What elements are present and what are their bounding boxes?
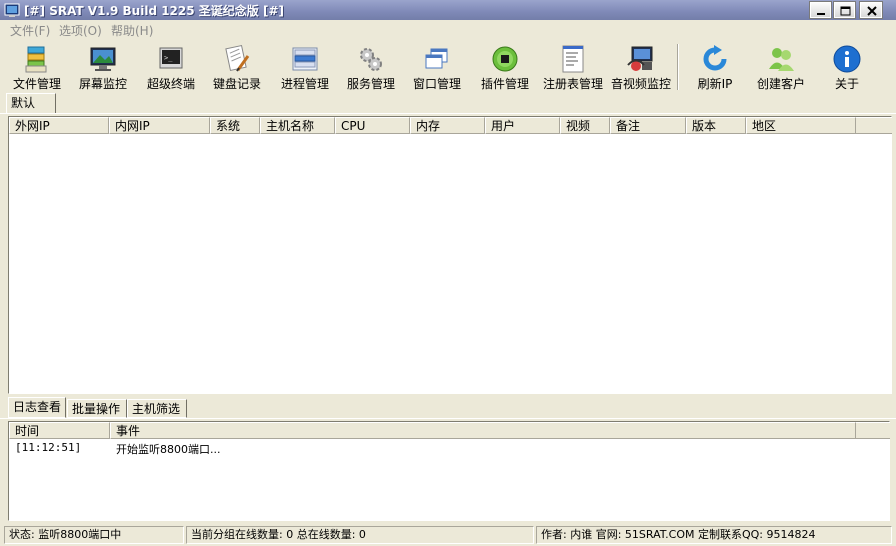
pane-splitter[interactable]: [0, 395, 896, 398]
toolbar-label: 注册表管理: [542, 77, 603, 91]
column-header-os[interactable]: 系统: [210, 117, 260, 134]
tab-log-view[interactable]: 日志查看: [8, 397, 66, 418]
tab-batch-operation[interactable]: 批量操作: [67, 399, 127, 418]
svg-text:>_: >_: [164, 54, 173, 62]
create-client-button[interactable]: 创建客户: [752, 40, 810, 94]
log-list[interactable]: 时间 事件 [11:12:51] 开始监听8800端口...: [8, 421, 890, 521]
toolbar-separator: [677, 44, 679, 90]
toolbar-label: 进程管理: [280, 77, 329, 91]
toolbar-label: 音视频监控: [610, 77, 671, 91]
status-bar: 状态: 监听8800端口中 当前分组在线数量: 0 总在线数量: 0 作者: 内…: [0, 524, 896, 546]
toolbar-label: 文件管理: [12, 77, 61, 91]
toolbar-label: 关于: [834, 77, 859, 91]
plugin-manager-button[interactable]: 插件管理: [476, 40, 534, 94]
app-icon: [4, 3, 20, 17]
log-row-time: [11:12:51]: [15, 441, 82, 454]
menu-file[interactable]: 文件(F): [10, 22, 50, 39]
service-manager-icon: [360, 48, 382, 71]
column-header-filler: [856, 117, 892, 134]
toolbar: 文件管理 屏幕监控 >_ 超级终端 键盘记录 进程管理 服务管理 窗口管理 插件…: [0, 40, 896, 94]
keylogger-button[interactable]: 键盘记录: [208, 40, 266, 94]
refresh-icon: [703, 45, 727, 71]
keylogger-icon: [225, 44, 250, 72]
terminal-icon: >_: [159, 47, 183, 69]
toolbar-label: 创建客户: [756, 77, 805, 91]
column-header-cpu[interactable]: CPU: [335, 117, 410, 134]
column-header-event[interactable]: 事件: [110, 422, 856, 439]
toolbar-label: 屏幕监控: [78, 77, 127, 91]
plugin-manager-icon: [492, 46, 518, 72]
info-icon: [833, 45, 861, 73]
bottom-tab-strip-line: [0, 418, 896, 419]
screen-monitor-icon: [90, 47, 116, 71]
column-header-user[interactable]: 用户: [485, 117, 560, 134]
process-manager-icon: [292, 47, 318, 71]
terminal-button[interactable]: >_ 超级终端: [142, 40, 200, 94]
status-online-counts: 当前分组在线数量: 0 总在线数量: 0: [186, 526, 534, 544]
window-manager-button[interactable]: 窗口管理: [408, 40, 466, 94]
screen-monitor-button[interactable]: 屏幕监控: [74, 40, 132, 94]
column-header-region[interactable]: 地区: [746, 117, 856, 134]
toolbar-label: 服务管理: [346, 77, 395, 91]
menu-help[interactable]: 帮助(H): [111, 22, 153, 39]
toolbar-label: 窗口管理: [412, 77, 461, 91]
column-header-version[interactable]: 版本: [686, 117, 746, 134]
toolbar-label: 超级终端: [146, 77, 195, 91]
create-client-icon: [769, 48, 794, 71]
host-list[interactable]: 外网IP 内网IP 系统 主机名称 CPU 内存 用户 视频 备注 版本 地区: [8, 116, 892, 394]
registry-manager-button[interactable]: 注册表管理: [540, 40, 606, 94]
tab-default[interactable]: 默认: [6, 93, 56, 113]
about-button[interactable]: 关于: [818, 40, 876, 94]
column-header-video[interactable]: 视频: [560, 117, 610, 134]
av-monitor-icon: [627, 46, 653, 71]
column-header-note[interactable]: 备注: [610, 117, 686, 134]
tab-host-filter[interactable]: 主机筛选: [127, 399, 187, 418]
minimize-button[interactable]: [809, 1, 832, 19]
status-state: 状态: 监听8800端口中: [4, 526, 184, 544]
menu-options[interactable]: 选项(O): [59, 22, 102, 39]
refresh-ip-button[interactable]: 刷新IP: [686, 40, 744, 94]
av-monitor-button[interactable]: 音视频监控: [608, 40, 674, 94]
status-author-info: 作者: 内谁 官网: 51SRAT.COM 定制联系QQ: 9514824: [536, 526, 892, 544]
menu-bar: 文件(F) 选项(O) 帮助(H): [0, 20, 896, 40]
toolbar-label: 刷新IP: [697, 77, 733, 91]
window-title: [#] SRAT V1.9 Build 1225 圣诞纪念版 [#]: [24, 4, 284, 18]
maximize-button[interactable]: [833, 1, 856, 19]
column-header-filler: [856, 422, 890, 439]
toolbar-label: 插件管理: [480, 77, 529, 91]
service-manager-button[interactable]: 服务管理: [342, 40, 400, 94]
file-manager-icon: [25, 46, 47, 73]
column-header-time[interactable]: 时间: [9, 422, 110, 439]
column-header-hostname[interactable]: 主机名称: [260, 117, 335, 134]
tab-strip-line: [0, 113, 896, 114]
column-header-memory[interactable]: 内存: [410, 117, 485, 134]
window-manager-icon: [425, 48, 448, 69]
toolbar-label: 键盘记录: [212, 77, 261, 91]
file-manager-button[interactable]: 文件管理: [8, 40, 66, 94]
registry-manager-icon: [562, 45, 584, 73]
process-manager-button[interactable]: 进程管理: [276, 40, 334, 94]
column-header-wan-ip[interactable]: 外网IP: [9, 117, 109, 134]
title-bar[interactable]: [#] SRAT V1.9 Build 1225 圣诞纪念版 [#]: [0, 0, 896, 20]
close-button[interactable]: [859, 1, 883, 19]
column-header-lan-ip[interactable]: 内网IP: [109, 117, 210, 134]
log-row-event: 开始监听8800端口...: [116, 443, 221, 456]
